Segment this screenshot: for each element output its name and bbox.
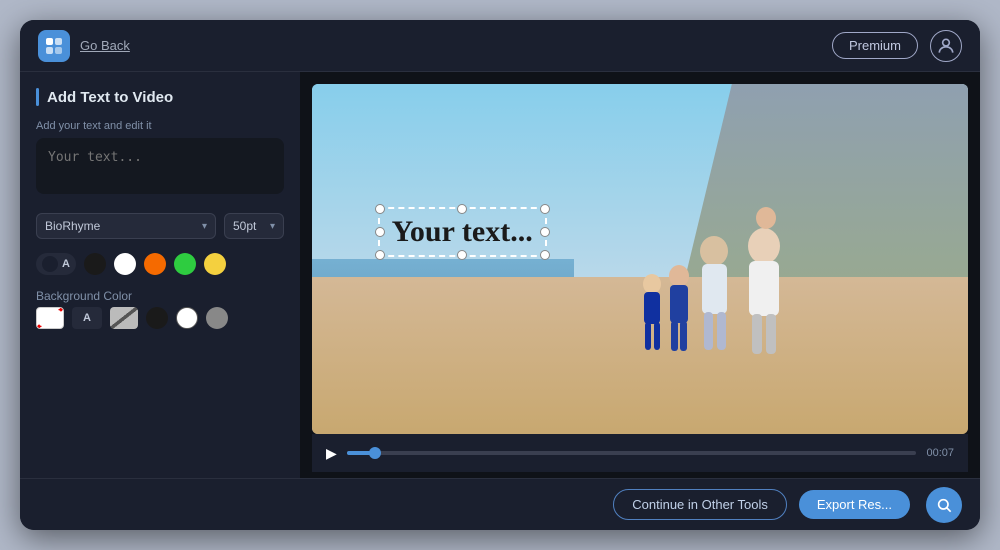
header: Go Back Premium bbox=[20, 20, 980, 72]
people-svg bbox=[624, 196, 824, 371]
toggle-dot bbox=[42, 256, 58, 272]
video-canvas: Your text... bbox=[312, 84, 968, 434]
app-window: Go Back Premium Add Text to Video Add yo… bbox=[20, 20, 980, 530]
sidebar-title: Add Text to Video bbox=[36, 88, 284, 106]
text-section: Add your text and edit it bbox=[36, 120, 284, 199]
go-back-link[interactable]: Go Back bbox=[80, 38, 130, 53]
bg-swatch-gray[interactable] bbox=[206, 307, 228, 329]
handle-top-right[interactable] bbox=[540, 204, 550, 214]
app-logo bbox=[38, 30, 70, 62]
video-controls: ▶ 00:07 bbox=[312, 434, 968, 472]
color-toggle[interactable]: A bbox=[36, 253, 76, 275]
video-overlay-text: Your text... bbox=[392, 215, 533, 248]
bg-color-label: Background Color bbox=[36, 289, 284, 303]
handle-mid-right[interactable] bbox=[540, 227, 550, 237]
bg-color-row: A bbox=[36, 307, 284, 329]
search-fab[interactable] bbox=[926, 487, 962, 523]
handle-mid-left[interactable] bbox=[375, 227, 385, 237]
handle-bottom-center[interactable] bbox=[457, 250, 467, 260]
play-button[interactable]: ▶ bbox=[326, 445, 337, 462]
header-left: Go Back bbox=[38, 30, 130, 62]
sidebar: Add Text to Video Add your text and edit… bbox=[20, 72, 300, 478]
bg-swatch-transparent[interactable] bbox=[36, 307, 64, 329]
bg-color-section: Background Color A bbox=[36, 289, 284, 329]
color-swatch-orange[interactable] bbox=[144, 253, 166, 275]
text-overlay-container[interactable]: Your text... bbox=[378, 207, 547, 257]
font-row: BioRhyme ▾ 50pt ▾ bbox=[36, 213, 284, 239]
size-chevron-icon: ▾ bbox=[270, 221, 275, 232]
bg-swatch-a[interactable]: A bbox=[72, 307, 102, 329]
main-content: Add Text to Video Add your text and edit… bbox=[20, 72, 980, 478]
bg-swatch-white[interactable] bbox=[176, 307, 198, 329]
font-chevron-icon: ▾ bbox=[202, 221, 207, 232]
sidebar-title-text: Add Text to Video bbox=[47, 89, 173, 106]
color-swatch-black[interactable] bbox=[84, 253, 106, 275]
bg-swatch-slash2[interactable] bbox=[110, 307, 138, 329]
video-area: Your text... ▶ bbox=[300, 72, 980, 478]
color-swatch-white[interactable] bbox=[114, 253, 136, 275]
export-button[interactable]: Export Res... bbox=[799, 490, 910, 519]
handle-top-left[interactable] bbox=[375, 204, 385, 214]
text-overlay-box: Your text... bbox=[378, 207, 547, 257]
continue-button[interactable]: Continue in Other Tools bbox=[613, 489, 787, 520]
handle-bottom-right[interactable] bbox=[540, 250, 550, 260]
color-row: A bbox=[36, 253, 284, 275]
text-input[interactable] bbox=[36, 138, 284, 194]
font-name-label: BioRhyme bbox=[45, 219, 100, 233]
font-size-label: 50pt bbox=[233, 219, 256, 233]
premium-button[interactable]: Premium bbox=[832, 32, 918, 59]
section-label: Add your text and edit it bbox=[36, 120, 284, 132]
toggle-label: A bbox=[62, 258, 70, 270]
footer: Continue in Other Tools Export Res... bbox=[20, 478, 980, 530]
progress-bar[interactable] bbox=[347, 451, 917, 455]
color-swatch-green[interactable] bbox=[174, 253, 196, 275]
time-label: 00:07 bbox=[926, 447, 954, 459]
title-accent-bar bbox=[36, 88, 39, 106]
handle-top-center[interactable] bbox=[457, 204, 467, 214]
font-select[interactable]: BioRhyme ▾ bbox=[36, 213, 216, 239]
handle-bottom-left[interactable] bbox=[375, 250, 385, 260]
color-swatch-yellow[interactable] bbox=[204, 253, 226, 275]
user-avatar[interactable] bbox=[930, 30, 962, 62]
bg-swatch-black[interactable] bbox=[146, 307, 168, 329]
size-select[interactable]: 50pt ▾ bbox=[224, 213, 284, 239]
progress-dot bbox=[369, 447, 381, 459]
video-background: Your text... bbox=[312, 84, 968, 434]
header-right: Premium bbox=[832, 30, 962, 62]
